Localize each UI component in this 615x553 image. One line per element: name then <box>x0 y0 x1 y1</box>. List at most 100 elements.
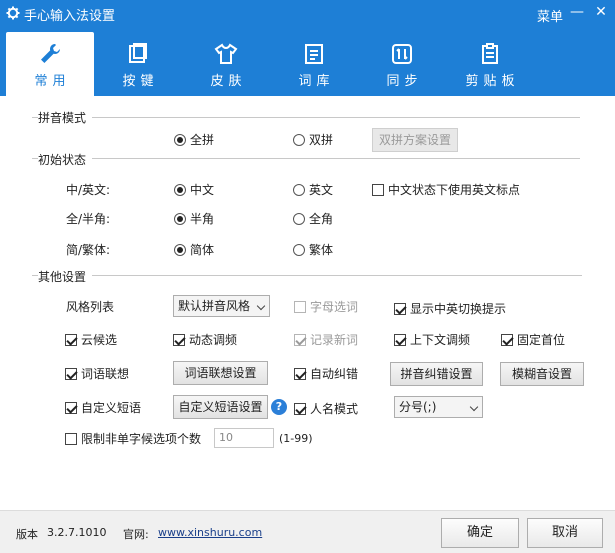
keyboard-icon <box>129 43 147 63</box>
clipboard-icon <box>482 43 498 64</box>
radio-full-width[interactable]: 全角 <box>293 210 333 227</box>
checkbox-label: 云候选 <box>81 333 118 347</box>
fuzzy-sound-settings-button[interactable]: 模糊音设置 <box>500 362 584 386</box>
checkbox-name-mode[interactable]: 人名模式 <box>294 400 358 417</box>
checkbox-record-new-words[interactable]: 记录新词 <box>294 331 358 348</box>
radio-label: 半角 <box>190 212 215 226</box>
checkbox-custom-phrase[interactable]: 自定义短语 <box>65 399 141 416</box>
radio-label: 全拼 <box>190 133 215 147</box>
tab-label: 皮肤 <box>210 74 247 89</box>
tab-label: 剪贴板 <box>465 74 520 89</box>
gear-icon <box>6 6 20 20</box>
menu-button[interactable]: 菜单 <box>537 6 563 25</box>
checkbox-fixed-first[interactable]: 固定首位 <box>501 331 565 348</box>
radio-indicator <box>293 212 305 225</box>
checkbox-indicator <box>394 333 406 346</box>
section-title-initial-state: 初始状态 <box>38 151 93 168</box>
checkbox-indicator <box>65 432 77 445</box>
radio-simplified[interactable]: 简体 <box>174 241 214 258</box>
checkbox-label: 词语联想 <box>81 367 130 381</box>
checkbox-indicator <box>65 333 77 346</box>
wrench-icon <box>41 44 60 63</box>
double-pinyin-scheme-button[interactable]: 双拼方案设置 <box>372 128 458 152</box>
radio-traditional[interactable]: 繁体 <box>293 241 333 258</box>
checkbox-indicator <box>294 300 306 313</box>
tab-label: 同步 <box>386 74 423 89</box>
radio-chinese[interactable]: 中文 <box>174 181 214 198</box>
tab-keys[interactable]: 按键 <box>94 32 182 92</box>
tab-sync[interactable]: 同步 <box>358 32 446 92</box>
radio-label: 中文 <box>190 183 215 197</box>
tab-common[interactable]: 常用 <box>6 32 94 96</box>
tab-clipboard[interactable]: 剪贴板 <box>446 32 534 92</box>
checkbox-label: 限制非单字候选项个数 <box>81 432 202 446</box>
checkbox-label: 人名模式 <box>310 402 359 416</box>
version-value: 3.2.7.1010 <box>47 526 107 539</box>
section-title-pinyin-mode: 拼音模式 <box>38 109 93 126</box>
radio-english[interactable]: 英文 <box>293 181 333 198</box>
checkbox-indicator <box>394 302 406 315</box>
minimize-button[interactable]: — <box>569 4 585 20</box>
tab-label: 词库 <box>298 74 335 89</box>
radio-label: 英文 <box>309 183 334 197</box>
radio-indicator <box>174 183 186 196</box>
limit-range-hint: (1-99) <box>279 432 313 445</box>
tshirt-icon <box>214 43 238 64</box>
website-label: 官网: <box>123 528 149 541</box>
section-divider <box>32 275 582 276</box>
script-label: 简/繁体: <box>66 243 111 257</box>
style-select[interactable]: 默认拼音风格 <box>173 295 270 317</box>
tab-label: 按键 <box>122 74 159 89</box>
checkbox-indicator <box>294 333 306 346</box>
checkbox-label: 字母选词 <box>310 300 359 314</box>
section-title-other-settings: 其他设置 <box>38 268 93 285</box>
chevron-down-icon <box>469 402 479 412</box>
checkbox-english-punctuation[interactable]: 中文状态下使用英文标点 <box>372 181 520 198</box>
name-mode-trigger-select[interactable]: 分号(;) <box>394 396 483 418</box>
checkbox-label: 中文状态下使用英文标点 <box>388 183 521 197</box>
tab-skin[interactable]: 皮肤 <box>182 32 270 92</box>
checkbox-indicator <box>372 183 384 196</box>
ok-button[interactable]: 确定 <box>441 518 519 548</box>
checkbox-label: 固定首位 <box>517 333 566 347</box>
checkbox-show-switch-tip[interactable]: 显示中英切换提示 <box>394 300 506 317</box>
radio-label: 繁体 <box>309 243 334 257</box>
style-list-label: 风格列表 <box>66 300 115 314</box>
word-association-settings-button[interactable]: 词语联想设置 <box>173 361 268 385</box>
footer-bar: 版本 3.2.7.1010 官网: www.xinshuru.com 确定 取消 <box>0 510 615 553</box>
radio-indicator <box>174 133 186 146</box>
checkbox-label: 动态调频 <box>189 333 238 347</box>
radio-double-pinyin[interactable]: 双拼 <box>293 131 333 148</box>
radio-indicator <box>174 212 186 225</box>
custom-phrase-settings-button[interactable]: 自定义短语设置 <box>173 395 268 419</box>
checkbox-letter-select[interactable]: 字母选词 <box>294 298 358 315</box>
checkbox-auto-correct[interactable]: 自动纠错 <box>294 365 358 382</box>
cancel-button[interactable]: 取消 <box>527 518 603 548</box>
radio-full-pinyin[interactable]: 全拼 <box>174 131 214 148</box>
radio-label: 全角 <box>309 212 334 226</box>
checkbox-word-association[interactable]: 词语联想 <box>65 365 129 382</box>
select-value: 分号(;) <box>399 400 437 414</box>
help-icon[interactable]: ? <box>271 399 287 415</box>
radio-label: 双拼 <box>309 133 334 147</box>
website-link[interactable]: www.xinshuru.com <box>158 526 262 539</box>
window-title: 手心输入法设置 <box>24 9 116 24</box>
chevron-down-icon <box>256 301 266 311</box>
checkbox-limit-candidates[interactable]: 限制非单字候选项个数 <box>65 430 201 447</box>
pinyin-correct-settings-button[interactable]: 拼音纠错设置 <box>390 362 483 386</box>
radio-label: 简体 <box>190 243 215 257</box>
width-label: 全/半角: <box>66 212 111 226</box>
radio-indicator <box>293 133 305 146</box>
checkbox-dynamic-frequency[interactable]: 动态调频 <box>173 331 237 348</box>
limit-candidates-input[interactable]: 10 <box>214 428 274 448</box>
radio-half-width[interactable]: 半角 <box>174 210 214 227</box>
checkbox-cloud-candidate[interactable]: 云候选 <box>65 331 117 348</box>
checkbox-indicator <box>65 401 77 414</box>
checkbox-indicator <box>65 367 77 380</box>
tab-dictionary[interactable]: 词库 <box>270 32 358 92</box>
checkbox-context-frequency[interactable]: 上下文调频 <box>394 331 470 348</box>
checkbox-indicator <box>173 333 185 346</box>
sync-icon <box>392 44 412 64</box>
section-divider <box>32 158 580 159</box>
close-button[interactable]: ✕ <box>593 4 609 20</box>
